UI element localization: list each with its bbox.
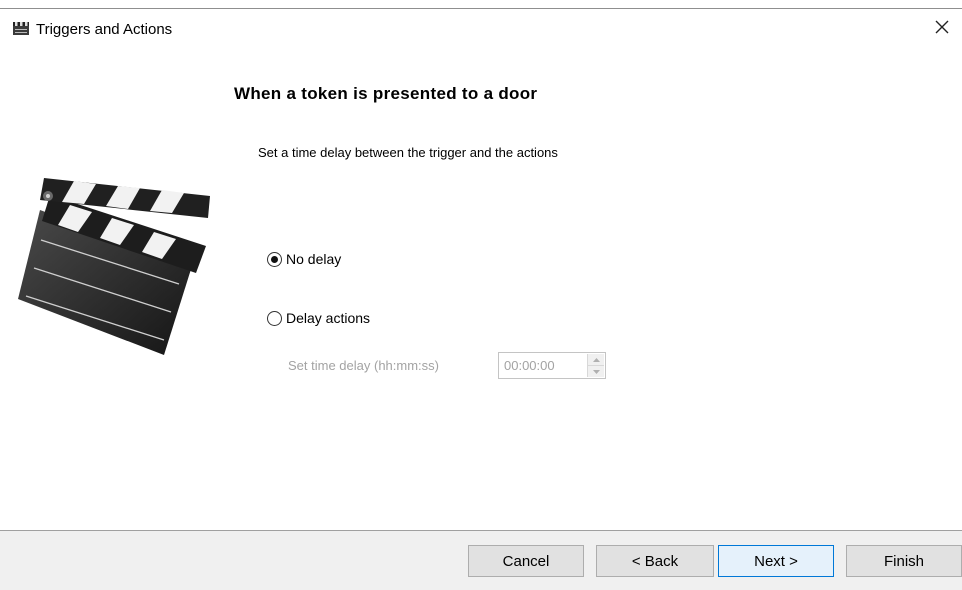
stepper-up-button[interactable]: [588, 354, 604, 366]
finish-button[interactable]: Finish: [846, 545, 962, 577]
radio-selected-dot: [271, 255, 278, 263]
close-icon: [935, 20, 949, 34]
delay-actions-option[interactable]: Delay actions: [267, 310, 370, 326]
page-subtitle: Set a time delay between the trigger and…: [258, 145, 558, 160]
footer: Cancel < Back Next > Finish: [0, 531, 962, 590]
next-button[interactable]: Next >: [718, 545, 834, 577]
close-button[interactable]: [930, 15, 954, 39]
stepper-down-button[interactable]: [588, 366, 604, 377]
chevron-up-icon: [592, 357, 600, 362]
title-bar: Triggers and Actions: [0, 9, 962, 45]
no-delay-option[interactable]: No delay: [267, 251, 341, 267]
delay-actions-radio[interactable]: [267, 310, 282, 326]
time-delay-stepper[interactable]: 00:00:00: [498, 352, 606, 379]
no-delay-label: No delay: [286, 251, 342, 267]
time-delay-label: Set time delay (hh:mm:ss): [288, 358, 439, 373]
cancel-button[interactable]: Cancel: [468, 545, 584, 577]
delay-actions-label: Delay actions: [286, 310, 371, 326]
page-heading: When a token is presented to a door: [234, 84, 538, 103]
clapperboard-illustration: [14, 168, 214, 373]
no-delay-radio[interactable]: [267, 251, 282, 267]
stepper-buttons: [587, 354, 604, 377]
back-button[interactable]: < Back: [596, 545, 714, 577]
window-title: Triggers and Actions: [36, 21, 173, 38]
clapperboard-icon: [12, 21, 30, 35]
time-delay-value[interactable]: 00:00:00: [504, 358, 555, 373]
chevron-down-icon: [592, 369, 600, 374]
